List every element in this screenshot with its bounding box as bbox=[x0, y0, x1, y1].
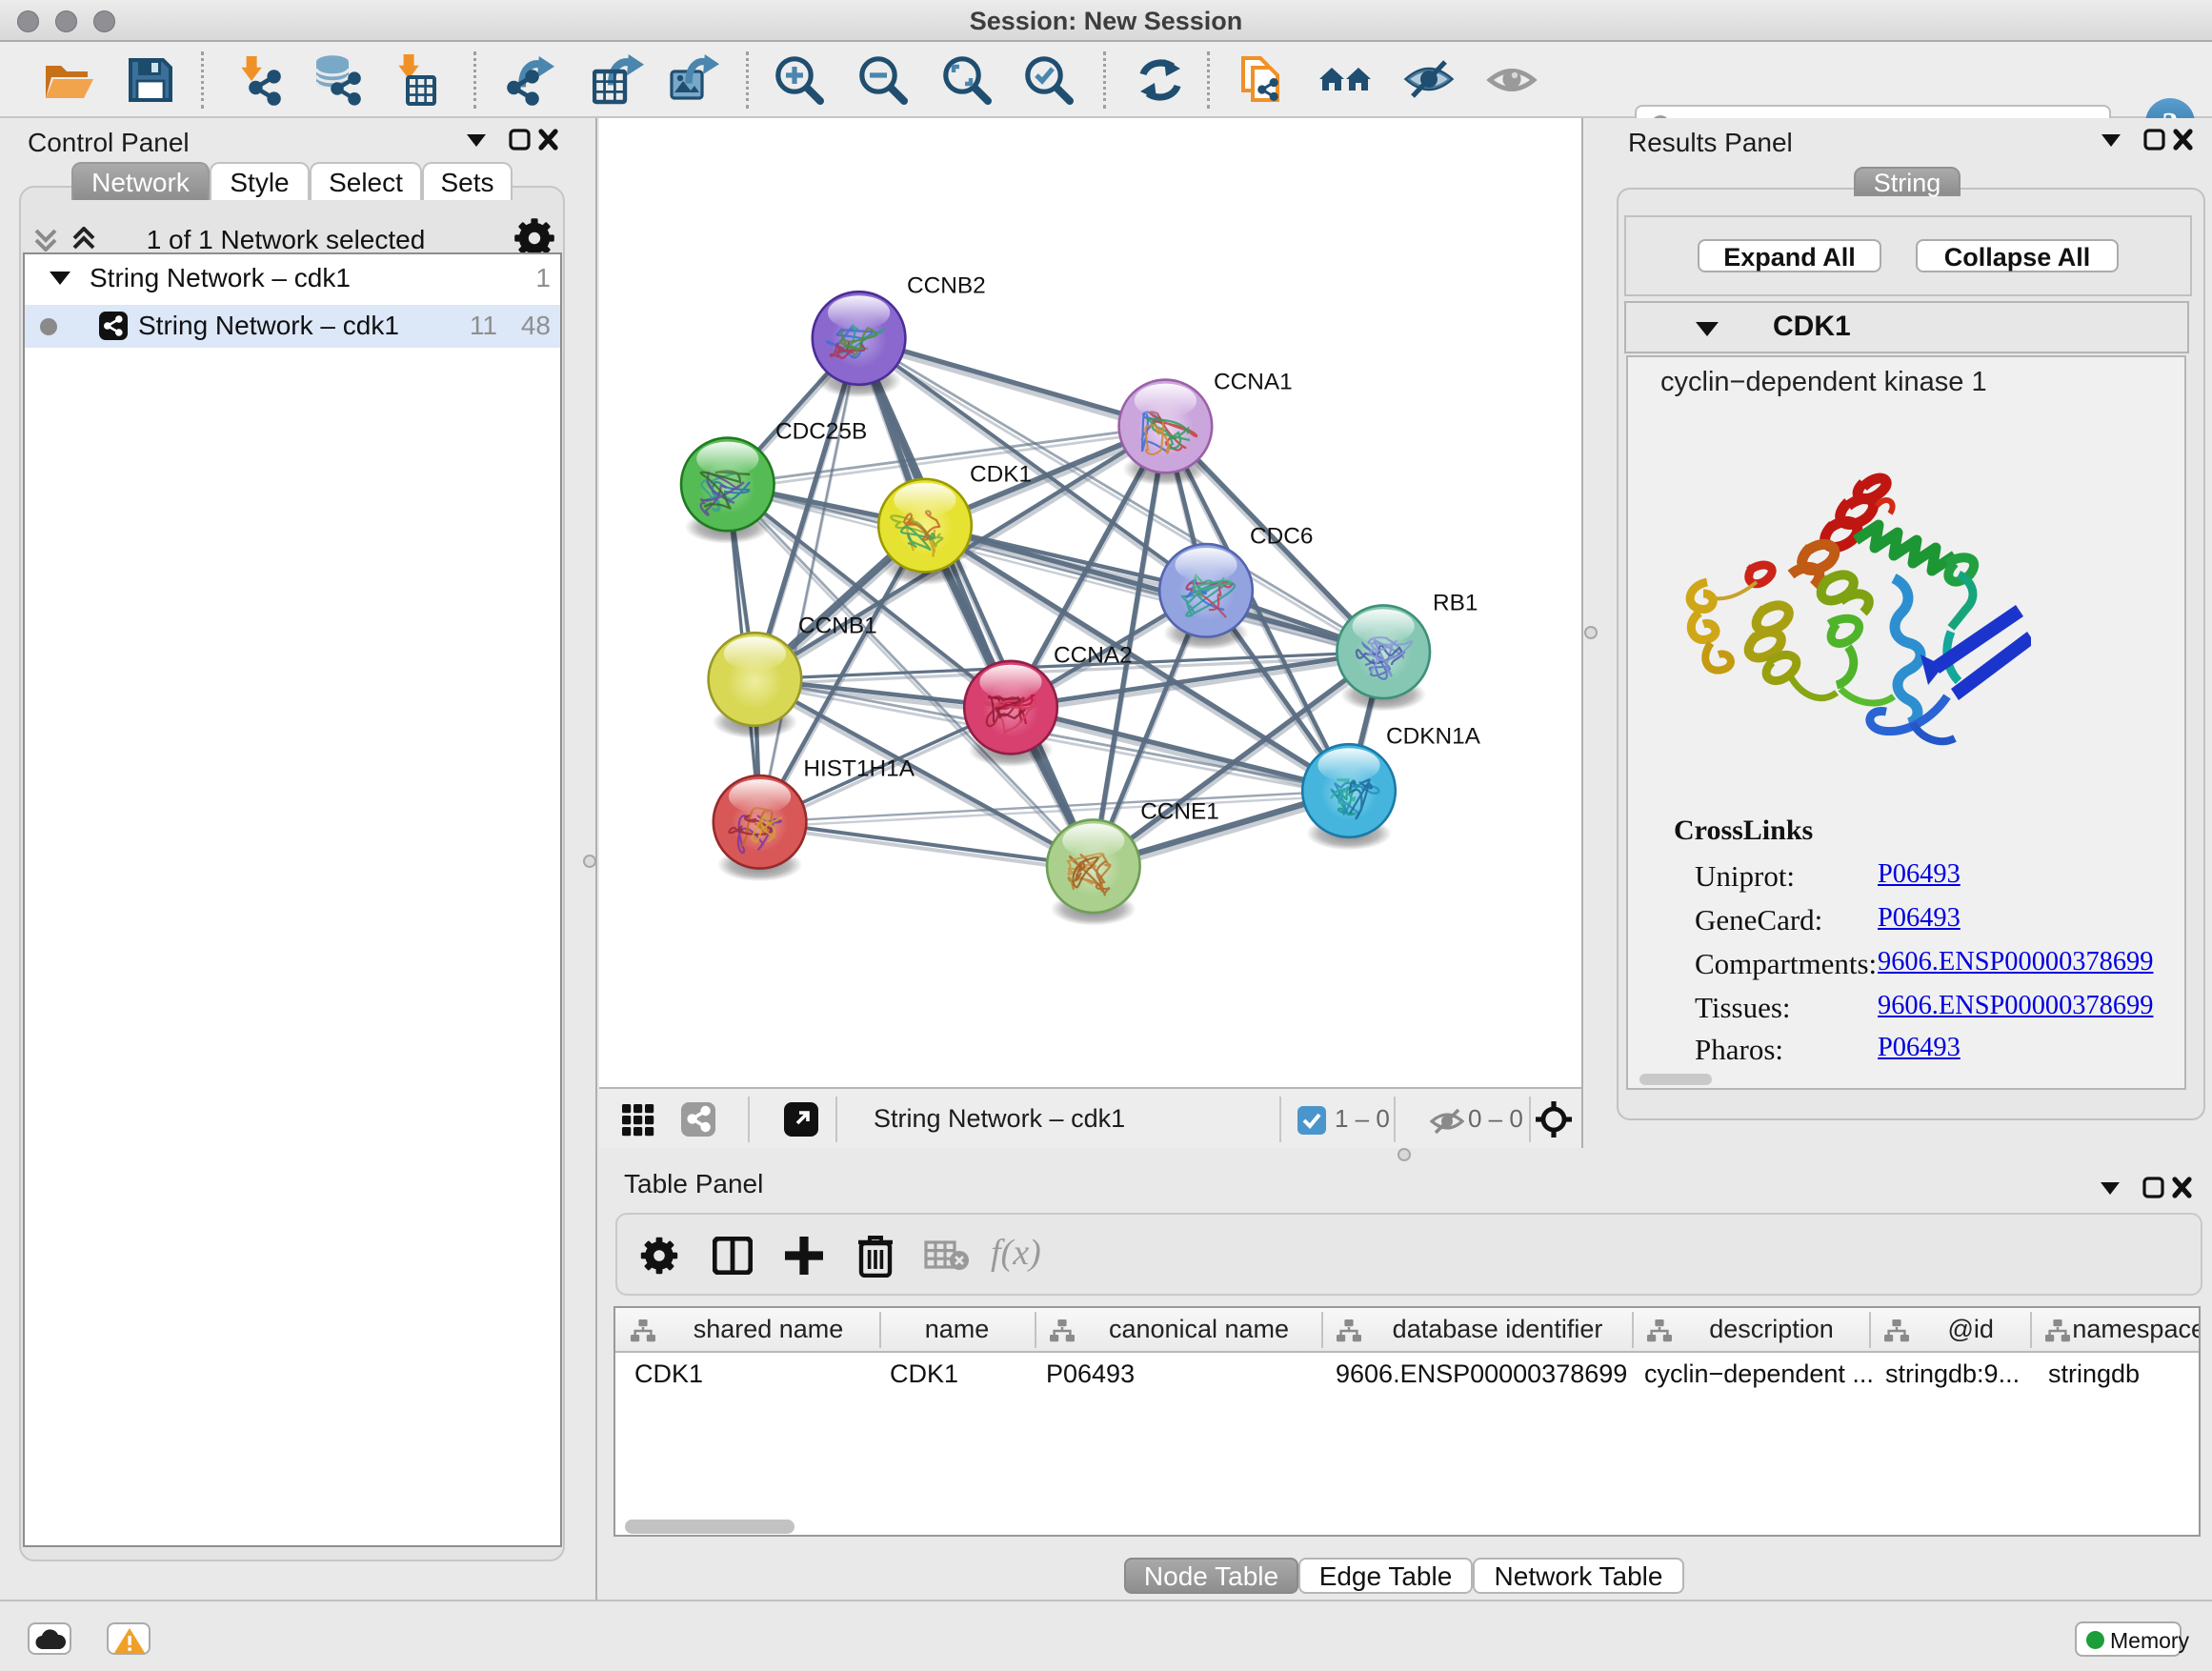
svg-text:CDK1: CDK1 bbox=[970, 461, 1032, 487]
svg-text:CDKN1A: CDKN1A bbox=[1386, 723, 1481, 749]
svg-text:CDC6: CDC6 bbox=[1250, 523, 1313, 549]
svg-text:RB1: RB1 bbox=[1433, 590, 1478, 615]
svg-text:CCNB1: CCNB1 bbox=[798, 613, 877, 638]
svg-text:CCNA1: CCNA1 bbox=[1214, 369, 1293, 394]
svg-text:CDC25B: CDC25B bbox=[775, 418, 867, 444]
svg-text:CCNE1: CCNE1 bbox=[1140, 798, 1219, 824]
svg-text:HIST1H1A: HIST1H1A bbox=[803, 755, 915, 781]
svg-text:CCNB2: CCNB2 bbox=[907, 273, 986, 299]
svg-text:CCNA2: CCNA2 bbox=[1054, 642, 1133, 668]
